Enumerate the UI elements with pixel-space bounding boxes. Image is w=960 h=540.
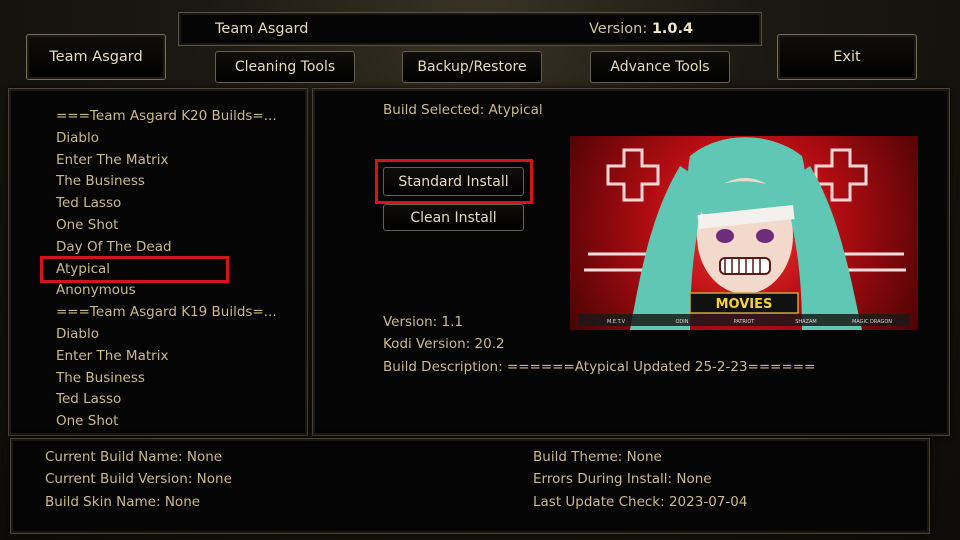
list-item[interactable]: Diablo xyxy=(56,324,277,346)
exit-button-label: Exit xyxy=(833,49,861,65)
list-item[interactable]: Anonymous xyxy=(56,280,277,302)
version-label: Version: xyxy=(589,21,648,37)
team-asgard-button[interactable]: Team Asgard xyxy=(26,34,166,80)
advance-tools-button[interactable]: Advance Tools xyxy=(590,51,730,83)
list-item-selected[interactable]: Atypical xyxy=(56,259,277,281)
build-list: ===Team Asgard K20 Builds=... Diablo Ent… xyxy=(56,106,277,433)
version-value: 1.0.4 xyxy=(651,21,694,37)
list-item[interactable]: One Shot xyxy=(56,411,277,433)
kodi-version: Kodi Version: 20.2 xyxy=(383,336,505,352)
build-skin-name: Build Skin Name: None xyxy=(45,494,201,510)
preview-artwork: MOVIES M.E.T.V ODIN PATRIOT SHAZAM MAGIC… xyxy=(578,137,910,330)
list-item[interactable]: Enter The Matrix xyxy=(56,150,277,172)
neon-cross-icon xyxy=(606,148,660,202)
cleaning-tools-button[interactable]: Cleaning Tools xyxy=(215,51,355,83)
list-item[interactable]: Diablo xyxy=(56,128,277,150)
build-version: Version: 1.1 xyxy=(383,314,463,330)
preview-menu-item: PATRIOT xyxy=(734,319,756,325)
build-preview-image: MOVIES M.E.T.V ODIN PATRIOT SHAZAM MAGIC… xyxy=(570,136,918,330)
preview-menu-item: M.E.T.V xyxy=(607,319,626,325)
preview-menu-item: SHAZAM xyxy=(795,319,817,325)
errors-during-install: Errors During Install: None xyxy=(533,471,712,487)
cleaning-tools-label: Cleaning Tools xyxy=(234,59,336,75)
standard-install-label: Standard Install xyxy=(398,173,509,190)
standard-install-button[interactable]: Standard Install xyxy=(383,167,524,196)
preview-menu-label: MOVIES xyxy=(716,297,773,312)
list-item[interactable]: Ted Lasso xyxy=(56,389,277,411)
build-theme: Build Theme: None xyxy=(533,449,662,465)
backup-restore-label: Backup/Restore xyxy=(417,59,527,75)
build-description: Build Description: ======Atypical Update… xyxy=(383,359,816,375)
last-update-check: Last Update Check: 2023-07-04 xyxy=(533,494,748,510)
list-item[interactable]: Enter The Matrix xyxy=(56,346,277,368)
list-item[interactable]: One Shot xyxy=(56,215,277,237)
list-item[interactable]: The Business xyxy=(56,171,277,193)
clean-install-label: Clean Install xyxy=(410,209,497,226)
list-item[interactable]: The Business xyxy=(56,368,277,390)
advance-tools-label: Advance Tools xyxy=(610,59,710,75)
exit-button[interactable]: Exit xyxy=(777,34,917,80)
clean-install-button[interactable]: Clean Install xyxy=(383,204,524,231)
team-asgard-button-label: Team Asgard xyxy=(49,49,143,65)
version-display: Version: 1.0.4 xyxy=(589,21,693,37)
list-item[interactable]: Ted Lasso xyxy=(56,193,277,215)
backup-restore-button[interactable]: Backup/Restore xyxy=(402,51,542,83)
list-item[interactable]: Day Of The Dead xyxy=(56,237,277,259)
app-title: Team Asgard xyxy=(215,21,309,37)
preview-menu-item: MAGIC DRAGON xyxy=(852,319,892,325)
build-selected-label: Build Selected: Atypical xyxy=(383,102,543,118)
current-build-name: Current Build Name: None xyxy=(45,449,223,465)
current-build-version: Current Build Version: None xyxy=(45,471,232,487)
list-item[interactable]: ===Team Asgard K20 Builds=... xyxy=(56,106,277,128)
list-item[interactable]: ===Team Asgard K19 Builds=... xyxy=(56,302,277,324)
title-bar: Team Asgard Version: 1.0.4 xyxy=(178,12,762,46)
preview-menu-item: ODIN xyxy=(675,319,688,325)
